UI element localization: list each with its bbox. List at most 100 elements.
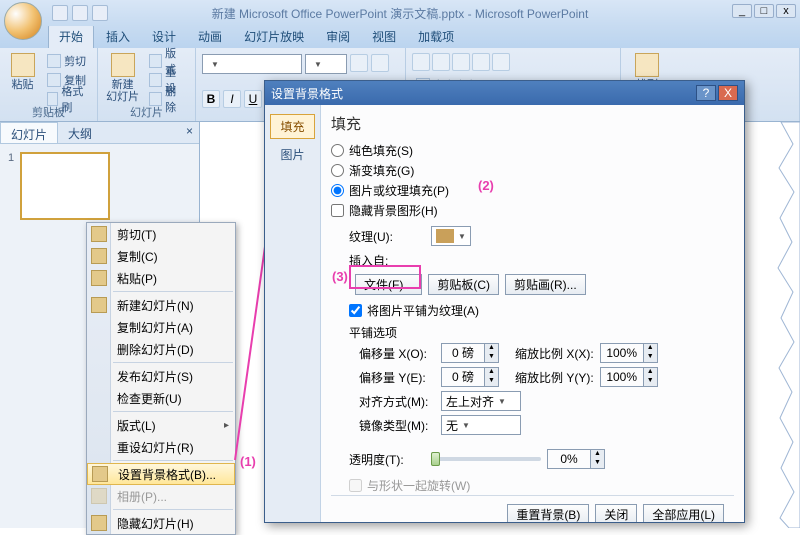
texture-picker[interactable]: ▼ — [431, 226, 471, 246]
nav-picture[interactable]: 图片 — [270, 142, 315, 167]
format-background-dialog: 设置背景格式 ? X 填充 图片 填充 纯色填充(S) 渐变填充(G) 图片或纹… — [264, 80, 745, 523]
tile-options-heading: 平铺选项 — [349, 324, 734, 341]
apply-all-button[interactable]: 全部应用(L) — [643, 504, 724, 522]
rotate-with-shape-row: 与形状一起旋转(W) — [349, 475, 734, 495]
offset-x-label: 偏移量 X(O): — [359, 345, 435, 362]
align-select[interactable]: 左上对齐▼ — [441, 391, 521, 411]
maximize-button[interactable]: □ — [754, 4, 774, 18]
close-button[interactable]: x — [776, 4, 796, 18]
mirror-select[interactable]: 无▼ — [441, 415, 521, 435]
down-arrow-icon[interactable]: ▼ — [484, 353, 498, 362]
undo-icon[interactable] — [72, 5, 88, 21]
ctx-hide-slide[interactable]: 隐藏幻灯片(H) — [87, 512, 235, 534]
new-slide-button[interactable]: 新建 幻灯片 — [104, 50, 141, 103]
numbering-button[interactable] — [432, 53, 450, 71]
save-icon[interactable] — [52, 5, 68, 21]
dialog-help-button[interactable]: ? — [696, 85, 716, 101]
scale-y-spinner[interactable]: 100%▲▼ — [600, 367, 658, 387]
title-bar: 新建 Microsoft Office PowerPoint 演示文稿.pptx… — [0, 0, 800, 26]
reset-bg-button[interactable]: 重置背景(B) — [507, 504, 589, 522]
slider-knob[interactable] — [431, 452, 440, 466]
increase-indent-button[interactable] — [472, 53, 490, 71]
opt-picture-fill[interactable]: 图片或纹理填充(P) — [331, 180, 734, 200]
tab-view[interactable]: 视图 — [362, 25, 406, 48]
line-spacing-button[interactable] — [492, 53, 510, 71]
office-orb[interactable] — [4, 2, 42, 40]
opt-gradient-fill[interactable]: 渐变填充(G) — [331, 160, 734, 180]
layout-icon — [149, 54, 162, 68]
checkbox-tile[interactable] — [349, 304, 362, 317]
scale-x-spinner[interactable]: 100%▲▼ — [600, 343, 658, 363]
cut-icon — [47, 54, 61, 68]
minimize-button[interactable]: _ — [732, 4, 752, 18]
side-tab-outline[interactable]: 大纲 — [58, 122, 102, 143]
dialog-title: 设置背景格式 — [271, 85, 343, 102]
dialog-footer: 重置背景(B) 关闭 全部应用(L) — [331, 495, 734, 522]
hide-icon — [91, 515, 107, 531]
dialog-nav: 填充 图片 — [265, 105, 321, 522]
cut-icon — [91, 226, 107, 242]
mirror-label: 镜像类型(M): — [359, 417, 435, 434]
insert-from-label: 插入自: — [349, 252, 425, 269]
window-title: 新建 Microsoft Office PowerPoint 演示文稿.pptx… — [212, 5, 589, 22]
up-arrow-icon[interactable]: ▲ — [484, 344, 498, 353]
cut-button[interactable]: 剪切 — [43, 52, 91, 70]
window-controls: _ □ x — [732, 4, 796, 18]
font-size-select[interactable]: ▼ — [305, 54, 347, 74]
transparency-slider[interactable] — [431, 457, 541, 461]
redo-icon[interactable] — [92, 5, 108, 21]
arrange-icon — [635, 53, 659, 77]
annotation-3: (3) — [332, 269, 348, 284]
offset-x-spinner[interactable]: 0 磅▲▼ — [441, 343, 499, 363]
tab-home[interactable]: 开始 — [48, 24, 94, 48]
paste-icon — [11, 53, 35, 77]
dialog-close-button[interactable]: X — [718, 85, 738, 101]
group-slides-label: 幻灯片 — [98, 104, 195, 120]
grow-font-button[interactable] — [350, 54, 368, 72]
opt-solid-fill[interactable]: 纯色填充(S) — [331, 140, 734, 160]
ribbon-tabs: 开始 插入 设计 动画 幻灯片放映 审阅 视图 加载项 — [0, 26, 800, 48]
tab-insert[interactable]: 插入 — [96, 25, 140, 48]
insert-clipart-button[interactable]: 剪贴画(R)... — [505, 274, 586, 295]
transparency-spinner[interactable]: 0%▲▼ — [547, 449, 605, 469]
side-tab-slides[interactable]: 幻灯片 — [0, 122, 58, 143]
tab-slideshow[interactable]: 幻灯片放映 — [234, 25, 314, 48]
checkbox-hide-bg[interactable] — [331, 204, 344, 217]
opt-hide-bg[interactable]: 隐藏背景图形(H) — [331, 200, 734, 220]
radio-solid[interactable] — [331, 144, 344, 157]
paste-button[interactable]: 粘贴 — [6, 50, 39, 91]
bullets-button[interactable] — [412, 53, 430, 71]
scale-x-label: 缩放比例 X(X): — [515, 345, 594, 362]
annotation-1: (1) — [240, 454, 256, 469]
group-slides: 新建 幻灯片 版式 重设 删除 幻灯片 — [98, 48, 196, 121]
tile-checkbox-row[interactable]: 将图片平铺为纹理(A) — [349, 300, 734, 320]
font-family-select[interactable]: ▼ — [202, 54, 302, 74]
dialog-title-bar[interactable]: 设置背景格式 ? X — [265, 81, 744, 105]
copy-icon — [47, 73, 61, 87]
texture-label: 纹理(U): — [349, 228, 425, 245]
group-clipboard-label: 剪贴板 — [0, 104, 97, 120]
tab-review[interactable]: 审阅 — [316, 25, 360, 48]
radio-picture[interactable] — [331, 184, 344, 197]
insert-clipboard-button[interactable]: 剪贴板(C) — [428, 274, 499, 295]
quick-access-toolbar — [52, 5, 108, 21]
transparency-label: 透明度(T): — [349, 451, 425, 468]
reset-icon — [149, 73, 162, 87]
slide-thumbnail-1[interactable] — [20, 152, 110, 220]
dialog-content: 填充 纯色填充(S) 渐变填充(G) 图片或纹理填充(P) 隐藏背景图形(H) … — [321, 105, 744, 522]
tab-addins[interactable]: 加载项 — [408, 25, 464, 48]
close-button[interactable]: 关闭 — [595, 504, 637, 522]
decrease-indent-button[interactable] — [452, 53, 470, 71]
cut-label: 剪切 — [64, 53, 86, 69]
nav-fill[interactable]: 填充 — [270, 114, 315, 139]
ctx-album[interactable]: 相册(P)... — [87, 485, 235, 507]
insert-file-button[interactable]: 文件(F)... — [355, 274, 422, 295]
tab-animation[interactable]: 动画 — [188, 25, 232, 48]
new-slide-label: 新建 幻灯片 — [106, 79, 139, 103]
group-clipboard: 粘贴 剪切 复制 格式刷 剪贴板 — [0, 48, 98, 121]
radio-gradient[interactable] — [331, 164, 344, 177]
offset-y-spinner[interactable]: 0 磅▲▼ — [441, 367, 499, 387]
shrink-font-button[interactable] — [371, 54, 389, 72]
copy-icon — [91, 248, 107, 264]
format-bg-icon — [92, 466, 108, 482]
